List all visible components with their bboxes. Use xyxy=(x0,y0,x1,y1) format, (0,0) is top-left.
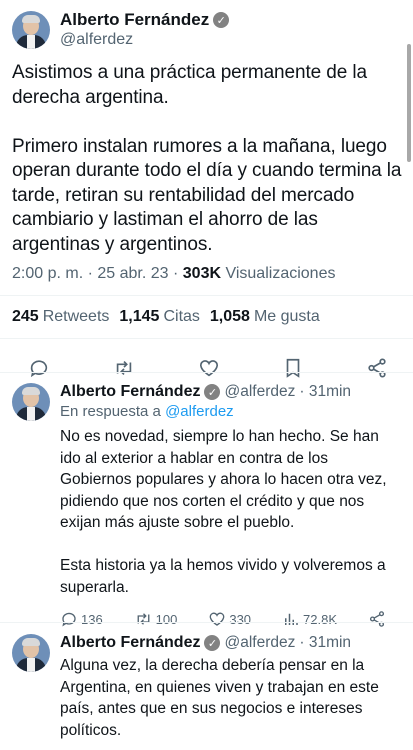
likes-stat[interactable]: 1,058 Me gusta xyxy=(210,308,320,326)
verified-badge-icon: ✓ xyxy=(204,635,221,651)
reply-reply-button[interactable]: 136 xyxy=(60,610,103,628)
author-avatar[interactable] xyxy=(12,10,50,49)
reply-header: Alberto Fernández ✓ @alferdez · 31min xyxy=(60,383,402,401)
share-icon xyxy=(369,611,385,627)
reply-retweet-button[interactable]: 100 xyxy=(134,610,178,628)
reply-handle[interactable]: @alferdez xyxy=(224,383,295,401)
reply-handle[interactable]: @alferdez xyxy=(224,634,295,652)
tweet-actions xyxy=(12,353,402,383)
quotes-stat[interactable]: 1,145 Citas xyxy=(119,308,200,326)
reply-time[interactable]: · 31min xyxy=(299,634,351,652)
views-label: Visualizaciones xyxy=(225,265,336,282)
reply-tweet[interactable]: Alberto Fernández ✓ @alferdez · 31min En… xyxy=(12,383,402,628)
verified-badge-icon: ✓ xyxy=(204,384,221,400)
divider xyxy=(0,338,413,339)
reply-icon[interactable] xyxy=(28,357,50,379)
view-count: 72.8K xyxy=(303,611,337,627)
author-name-row[interactable]: Alberto Fernández ✓ xyxy=(60,10,230,30)
reply-tweet[interactable]: Alberto Fernández ✓ @alferdez · 31min Al… xyxy=(12,634,402,741)
main-tweet-header: Alberto Fernández ✓ @alferdez xyxy=(12,10,402,49)
views-icon xyxy=(285,613,298,625)
tweet-text: Asistimos a una práctica permanente de l… xyxy=(12,62,402,255)
main-tweet: Alberto Fernández ✓ @alferdez Asistimos … xyxy=(0,10,413,383)
retweet-icon xyxy=(137,613,150,625)
reply-count: 136 xyxy=(81,611,103,627)
like-count: 330 xyxy=(229,611,252,627)
retweets-stat[interactable]: 245 Retweets xyxy=(12,308,109,326)
divider xyxy=(0,295,413,296)
reply-header: Alberto Fernández ✓ @alferdez · 31min xyxy=(60,634,402,652)
divider xyxy=(0,372,413,373)
reply-icon xyxy=(62,612,76,627)
share-icon[interactable] xyxy=(366,357,388,379)
reply-actions: 136 100 330 72.8K xyxy=(60,610,402,628)
reply-text: No es novedad, siempre lo han hecho. Se … xyxy=(60,428,387,596)
in-reply-prefix: En respuesta a xyxy=(60,403,161,420)
reply-views-button[interactable]: 72.8K xyxy=(282,610,337,628)
author-name[interactable]: Alberto Fernández xyxy=(60,10,209,30)
views-count: 303K xyxy=(182,265,222,282)
reply-avatar[interactable] xyxy=(12,383,50,421)
in-reply-handle[interactable]: @alferdez xyxy=(165,403,234,420)
reply-text: Alguna vez, la derecha debería pensar en… xyxy=(60,657,379,739)
scrollbar[interactable] xyxy=(407,44,411,162)
reply-author-name[interactable]: Alberto Fernández xyxy=(60,383,200,401)
reply-time[interactable]: · 31min xyxy=(299,383,351,401)
in-reply-to: En respuesta a @alferdez xyxy=(60,403,402,420)
author-handle[interactable]: @alferdez xyxy=(60,31,229,49)
divider xyxy=(0,622,413,623)
tweet-meta: 2:00 p. m. · 25 abr. 23 · 303K Visualiza… xyxy=(12,265,402,283)
tweet-time[interactable]: 2:00 p. m. · 25 abr. 23 · xyxy=(12,265,178,282)
retweet-icon[interactable] xyxy=(112,357,136,379)
reply-like-button[interactable]: 330 xyxy=(208,610,251,628)
reply-share-button[interactable] xyxy=(368,610,386,628)
like-icon xyxy=(209,612,225,626)
bookmark-icon[interactable] xyxy=(282,357,304,379)
verified-badge-icon: ✓ xyxy=(213,12,230,28)
retweet-count: 100 xyxy=(155,611,178,627)
like-icon[interactable] xyxy=(198,357,220,379)
tweet-stats: 245 Retweets 1,145 Citas 1,058 Me gusta xyxy=(12,308,402,326)
reply-author-name[interactable]: Alberto Fernández xyxy=(60,634,200,652)
reply-avatar[interactable] xyxy=(12,634,50,672)
